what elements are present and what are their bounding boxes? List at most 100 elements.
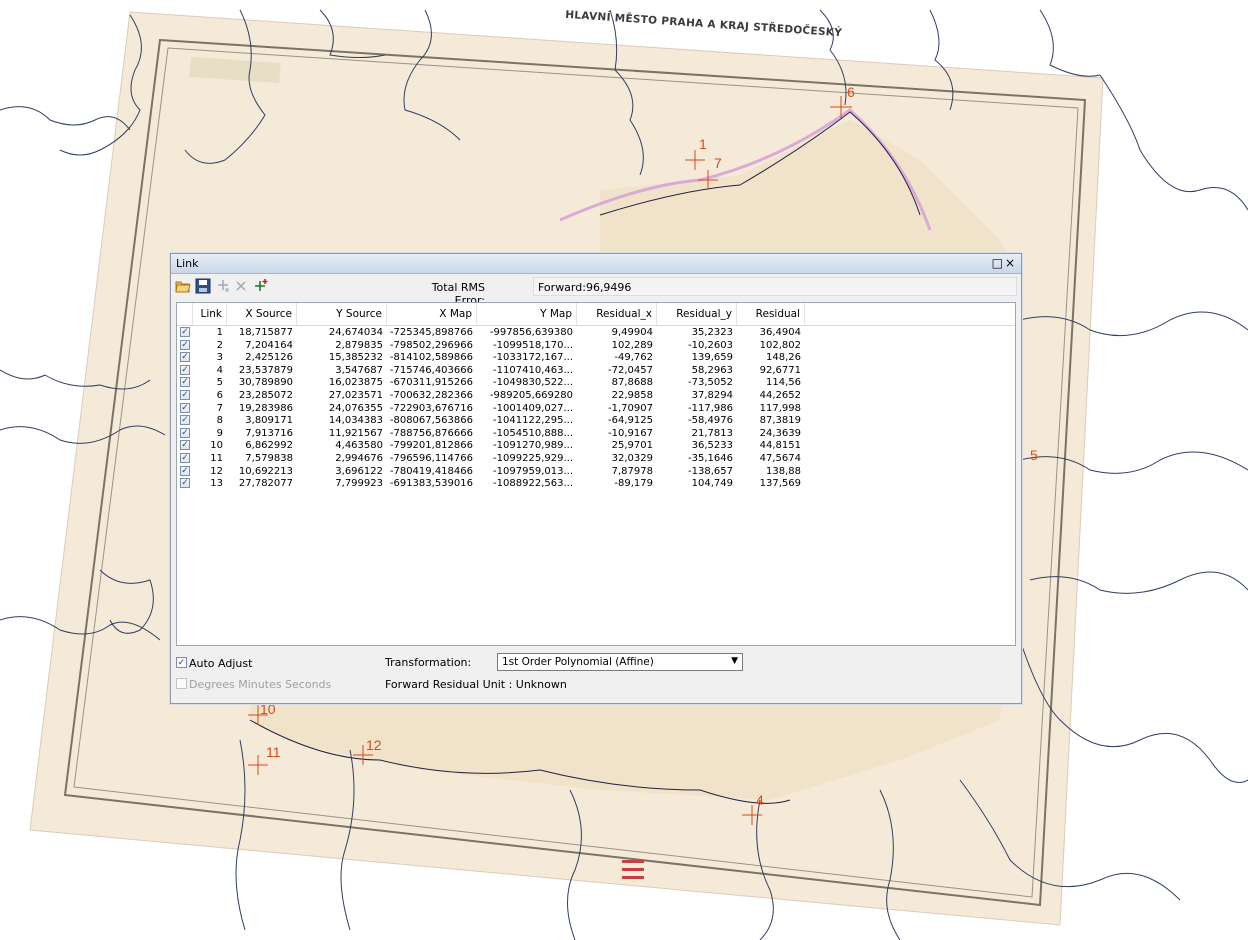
save-icon[interactable] (195, 278, 211, 294)
row-checkbox[interactable]: ✓ (180, 415, 190, 426)
table-cell: -725345,898766 (389, 327, 473, 338)
table-cell: 7,913716 (245, 427, 293, 439)
table-cell: -798502,296966 (389, 339, 473, 351)
row-checkbox[interactable]: ✓ (180, 377, 190, 388)
add-link-icon[interactable] (215, 278, 231, 294)
table-cell: 18,715877 (238, 327, 293, 338)
table-cell: -715746,403666 (389, 364, 473, 376)
row-checkbox[interactable]: ✓ (180, 327, 190, 337)
table-cell: -780419,418466 (389, 465, 473, 477)
table-cell: 16,023875 (328, 377, 383, 389)
link-marker-label: 12 (366, 737, 382, 753)
table-cell: 25,9701 (611, 440, 653, 452)
row-checkbox[interactable]: ✓ (180, 478, 190, 489)
table-cell: 137,569 (759, 478, 801, 490)
table-cell: -808067,563866 (389, 415, 473, 427)
table-row[interactable]: ✓ 3 2,425126 15,385232 -814102,589866 -103317… (177, 352, 1015, 364)
column-header[interactable]: Residual_y (657, 303, 737, 325)
table-cell: 10 (210, 440, 223, 452)
column-header[interactable]: X Source (227, 303, 297, 325)
row-checkbox[interactable]: ✓ (180, 453, 190, 463)
table-row[interactable]: ✓ 4 23,537879 3,547687 -715746,403666 -110741… (177, 364, 1015, 377)
column-header[interactable]: Y Map (477, 303, 577, 325)
table-cell: 23,537879 (238, 364, 293, 376)
row-checkbox[interactable]: ✓ (180, 440, 190, 451)
open-folder-icon[interactable] (175, 278, 191, 294)
column-header[interactable]: X Map (387, 303, 477, 325)
auto-adjust-label: Auto Adjust (189, 657, 253, 670)
auto-adjust-checkbox[interactable]: ✓ (176, 657, 187, 668)
table-cell: 35,2323 (691, 327, 733, 338)
table-cell: 92,6771 (759, 364, 801, 376)
link-marker-label: 5 (1030, 447, 1038, 463)
column-header[interactable]: Y Source (297, 303, 387, 325)
table-cell: 14,034383 (328, 415, 383, 427)
row-checkbox[interactable]: ✓ (180, 352, 190, 363)
table-cell: 22,9858 (611, 390, 653, 401)
dms-label: Degrees Minutes Seconds (189, 678, 332, 691)
table-cell: 104,749 (691, 478, 733, 490)
table-cell: 2,994676 (335, 453, 383, 464)
table-row[interactable]: ✓ 5 30,789890 16,023875 -670311,915266 -10498… (177, 377, 1015, 389)
table-cell: -89,179 (614, 478, 653, 490)
table-cell: 36,5233 (691, 440, 733, 452)
row-checkbox[interactable]: ✓ (180, 465, 190, 476)
table-cell: 148,26 (766, 352, 801, 364)
table-cell: 9 (216, 427, 223, 439)
table-cell: 7,87978 (611, 465, 653, 477)
table-row[interactable]: ✓ 1 18,715877 24,674034 -725345,898766 -99785… (177, 327, 1015, 339)
table-cell: 10,692213 (238, 465, 293, 477)
table-cell: 47,5674 (759, 453, 801, 464)
table-cell: 58,2963 (691, 364, 733, 376)
column-header[interactable]: Residual (737, 303, 805, 325)
table-row[interactable]: ✓ 10 6,862992 4,463580 -799201,812866 -109127… (177, 440, 1015, 452)
row-checkbox[interactable]: ✓ (180, 427, 190, 438)
row-checkbox[interactable]: ✓ (180, 390, 190, 400)
table-cell: -997856,639380 (489, 327, 573, 338)
transformation-select[interactable]: 1st Order Polynomial (Affine) ▼ (497, 653, 743, 671)
table-cell: 3 (216, 352, 223, 364)
column-header[interactable]: Residual_x (577, 303, 657, 325)
table-cell: 7 (216, 402, 223, 414)
restore-icon[interactable]: □ (992, 256, 1005, 270)
link-table[interactable]: Link X Source Y Source X Map Y Map Residual_x… (176, 302, 1016, 646)
table-cell: 5 (216, 377, 223, 389)
table-row[interactable]: ✓ 2 7,204164 2,879835 -798502,296966 -1099518… (177, 339, 1015, 352)
row-checkbox[interactable]: ✓ (180, 339, 190, 350)
auto-add-link-icon[interactable] (253, 278, 269, 294)
table-cell: -35,1646 (688, 453, 733, 464)
window-title: Link (176, 257, 199, 270)
link-marker-label: 11 (266, 744, 281, 760)
row-checkbox[interactable]: ✓ (180, 402, 190, 413)
table-cell: 2 (216, 339, 223, 351)
table-cell: -670311,915266 (389, 377, 473, 389)
delete-link-icon[interactable] (233, 278, 249, 294)
table-cell: 117,998 (759, 402, 801, 414)
window-titlebar[interactable]: Link □× (171, 254, 1021, 274)
table-cell: 27,782077 (238, 478, 293, 490)
row-checkbox[interactable]: ✓ (180, 364, 190, 375)
link-marker-label: 7 (714, 155, 722, 171)
table-row[interactable]: ✓ 13 27,782077 7,799923 -691383,539016 -10889… (177, 478, 1015, 490)
table-cell: 2,879835 (335, 339, 383, 351)
link-marker-label: 4 (756, 792, 764, 808)
table-cell: -796596,114766 (389, 453, 473, 464)
table-cell: 24,3639 (759, 427, 801, 439)
table-cell: -1091270,989... (493, 440, 573, 452)
close-icon[interactable]: × (1005, 256, 1017, 270)
transformation-label: Transformation: (385, 656, 472, 669)
table-row[interactable]: ✓ 7 19,283986 24,076355 -722903,676716 -10014… (177, 402, 1015, 415)
table-cell: 139,659 (691, 352, 733, 364)
table-row[interactable]: ✓ 12 10,692213 3,696122 -780419,418466 -10979… (177, 465, 1015, 478)
table-row[interactable]: ✓ 9 7,913716 11,921567 -788756,876666 -105451… (177, 427, 1015, 440)
table-row[interactable]: ✓ 8 3,809171 14,034383 -808067,563866 -104112… (177, 415, 1015, 427)
column-header[interactable]: Link (193, 303, 227, 325)
table-row[interactable]: ✓ 11 7,579838 2,994676 -796596,114766 -109922… (177, 453, 1015, 465)
dms-checkbox[interactable] (176, 678, 187, 689)
link-table-window[interactable]: Link □× Total RMS Error: Forward:96,9496… (170, 253, 1022, 704)
table-cell: -138,657 (688, 465, 733, 477)
link-marker-label: 1 (699, 136, 707, 152)
table-cell: 37,8294 (691, 390, 733, 401)
table-cell: 44,2652 (759, 390, 801, 401)
table-row[interactable]: ✓ 6 23,285072 27,023571 -700632,282366 -98920… (177, 390, 1015, 402)
